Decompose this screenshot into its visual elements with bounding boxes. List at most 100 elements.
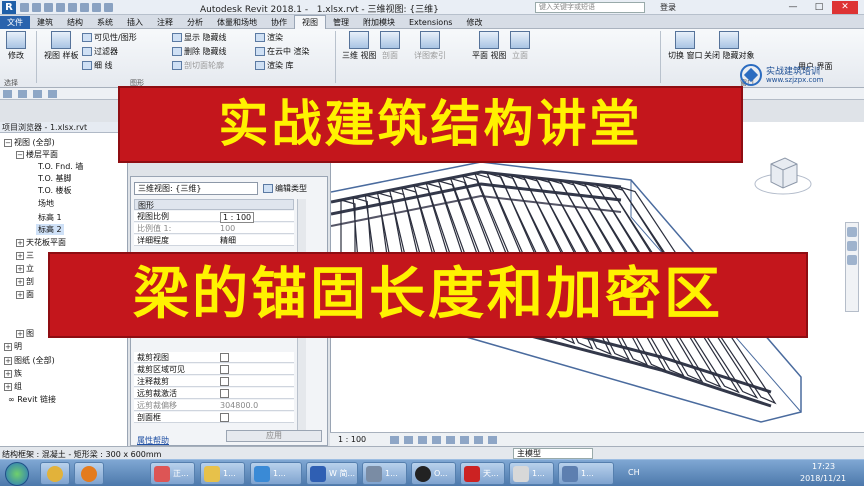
- tab-annotate[interactable]: 注释: [150, 16, 180, 30]
- redo-icon[interactable]: [48, 90, 57, 98]
- plan-view-button[interactable]: 平面 视图: [472, 31, 507, 61]
- thin-lines-button[interactable]: 细 线: [82, 60, 113, 71]
- taskbar-task-6[interactable]: O...: [411, 462, 456, 485]
- viewcube-icon[interactable]: [753, 150, 813, 198]
- view-template-button[interactable]: 视图 样板: [44, 31, 79, 61]
- tree-item-floor-plans[interactable]: − 楼层平面: [16, 149, 58, 160]
- tab-manage[interactable]: 管理: [326, 16, 356, 30]
- edit-type-button[interactable]: 编辑类型: [263, 183, 307, 194]
- tree-item-groups[interactable]: + 组: [4, 381, 22, 392]
- section-box-checkbox[interactable]: [220, 413, 229, 422]
- tab-structure[interactable]: 结构: [60, 16, 90, 30]
- taskbar-chrome[interactable]: [40, 462, 70, 485]
- annotation-crop-checkbox[interactable]: [220, 377, 229, 386]
- tree-item-schedules[interactable]: + 明: [4, 341, 22, 352]
- taskbar-qq[interactable]: [74, 462, 104, 485]
- save-icon[interactable]: [18, 90, 27, 98]
- tree-item-sections[interactable]: + 剖: [16, 276, 34, 287]
- wheel-icon[interactable]: [847, 227, 857, 237]
- model-selector[interactable]: 主模型: [513, 448, 593, 459]
- tree-item-sheets[interactable]: + 图纸 (全部): [4, 355, 55, 366]
- tab-file[interactable]: 文件: [0, 16, 30, 30]
- tree-item-revit-links[interactable]: ∞ Revit 链接: [8, 394, 56, 405]
- render-gallery-button[interactable]: 渲染 库: [255, 60, 294, 71]
- tree-item-areas[interactable]: + 面: [16, 289, 34, 300]
- cut-profile-button[interactable]: 剖切面轮廓: [172, 60, 224, 71]
- elevation-button[interactable]: 立面: [510, 31, 530, 61]
- taskbar-task-4[interactable]: W 简...: [306, 462, 358, 485]
- tab-insert[interactable]: 插入: [120, 16, 150, 30]
- filters-button[interactable]: 过滤器: [82, 46, 118, 57]
- render-button[interactable]: 渲染: [255, 32, 283, 43]
- tab-addins[interactable]: 附加模块: [356, 16, 402, 30]
- taskbar-task-8[interactable]: 1...: [509, 462, 554, 485]
- tree-item-slab[interactable]: T.O. 楼板: [38, 185, 72, 196]
- tab-modify[interactable]: 修改: [459, 16, 489, 30]
- prop-row-annotation-crop[interactable]: 注释裁剪: [134, 376, 294, 387]
- properties-group-graphics[interactable]: 图形: [134, 199, 294, 210]
- show-hidden-button[interactable]: 显示 隐藏线: [172, 32, 227, 43]
- navigation-bar[interactable]: [845, 222, 859, 312]
- tree-item-footing[interactable]: T.O. 基脚: [38, 173, 72, 184]
- tab-massing[interactable]: 体量和场地: [210, 16, 264, 30]
- render-in-cloud-button[interactable]: 在云中 渲染: [255, 46, 310, 57]
- start-button[interactable]: [2, 461, 32, 486]
- quick-access-toolbar[interactable]: [20, 3, 140, 13]
- tab-systems[interactable]: 系统: [90, 16, 120, 30]
- close-hidden-button[interactable]: 关闭 隐藏对象: [704, 31, 755, 61]
- orbit-icon[interactable]: [847, 255, 857, 265]
- properties-help-link[interactable]: 属性帮助: [137, 435, 169, 446]
- 3d-view-button[interactable]: 三维 视图: [342, 31, 377, 61]
- tree-item-3d[interactable]: + 三: [16, 250, 34, 261]
- clock-date[interactable]: 2018/11/21: [800, 474, 846, 483]
- input-language[interactable]: CH: [628, 468, 640, 477]
- visibility-graphics-button[interactable]: 可见性/图形: [82, 32, 137, 43]
- crop-region-checkbox[interactable]: [220, 365, 229, 374]
- visual-style-icon[interactable]: [404, 436, 413, 444]
- shadows-icon[interactable]: [432, 436, 441, 444]
- tree-item-level-2[interactable]: 标高 2: [36, 224, 64, 235]
- tab-analyze[interactable]: 分析: [180, 16, 210, 30]
- prop-row-crop-view[interactable]: 裁剪视图: [134, 352, 294, 363]
- lock-icon[interactable]: [474, 436, 483, 444]
- callout-button[interactable]: 详图索引: [414, 31, 446, 61]
- detail-level-icon[interactable]: [390, 436, 399, 444]
- modify-button[interactable]: 修改: [6, 31, 26, 61]
- prop-row-view-scale[interactable]: 视图比例 1 : 100: [134, 211, 294, 223]
- view-scale[interactable]: 1 : 100: [338, 435, 366, 444]
- minimize-button[interactable]: —: [780, 1, 806, 14]
- render-dialog-icon[interactable]: [446, 436, 455, 444]
- search-input[interactable]: 键入关键字或短语: [535, 2, 645, 13]
- remove-hidden-button[interactable]: 删除 隐藏线: [172, 46, 227, 57]
- tree-item-legends[interactable]: + 图: [16, 328, 34, 339]
- prop-row-far-clip-active[interactable]: 远剪裁激活: [134, 388, 294, 399]
- crop-icon[interactable]: [460, 436, 469, 444]
- taskbar-task-7[interactable]: 天...: [460, 462, 505, 485]
- sun-path-icon[interactable]: [418, 436, 427, 444]
- undo-icon[interactable]: [33, 90, 42, 98]
- taskbar-task-2[interactable]: 1...: [200, 462, 245, 485]
- prop-row-crop-region-visible[interactable]: 裁剪区域可见: [134, 364, 294, 375]
- prop-row-detail-level[interactable]: 详细程度 精细: [134, 235, 294, 246]
- tab-collaborate[interactable]: 协作: [264, 16, 294, 30]
- prop-row-section-box[interactable]: 剖面框: [134, 412, 294, 423]
- taskbar-task-5[interactable]: 1...: [362, 462, 407, 485]
- temporary-hide-icon[interactable]: [488, 436, 497, 444]
- tab-view[interactable]: 视图: [294, 15, 326, 29]
- taskbar-task-1[interactable]: 正...: [150, 462, 195, 485]
- tree-item-elevations[interactable]: + 立: [16, 263, 34, 274]
- revit-logo-icon[interactable]: R: [2, 1, 16, 14]
- taskbar-task-3[interactable]: 1...: [250, 462, 302, 485]
- tree-item-site[interactable]: 场地: [38, 198, 54, 209]
- far-clip-checkbox[interactable]: [220, 389, 229, 398]
- tab-extensions[interactable]: Extensions: [402, 16, 459, 30]
- tree-item-ceiling-plans[interactable]: + 天花板平面: [16, 237, 66, 248]
- clock-time[interactable]: 17:23: [812, 462, 835, 471]
- maximize-button[interactable]: □: [806, 1, 832, 14]
- tab-architecture[interactable]: 建筑: [30, 16, 60, 30]
- zoom-icon[interactable]: [847, 241, 857, 251]
- section-button[interactable]: 剖面: [380, 31, 400, 61]
- tree-item-level-1[interactable]: 标高 1: [38, 212, 62, 223]
- apply-button[interactable]: 应用: [226, 430, 322, 442]
- taskbar-task-9[interactable]: 1...: [558, 462, 614, 485]
